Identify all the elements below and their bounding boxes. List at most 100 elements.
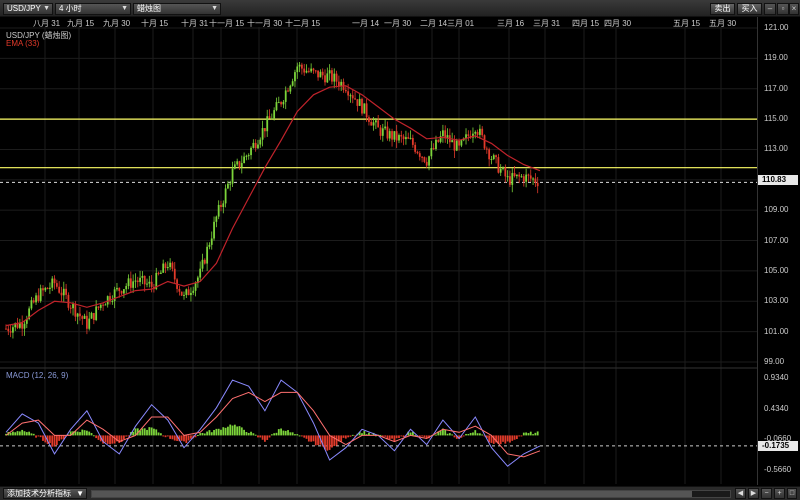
macd-histogram-bar [208, 430, 211, 436]
candle-body [358, 98, 361, 106]
scroll-right-icon[interactable]: ▶ [748, 488, 759, 499]
candle-body [398, 135, 400, 141]
macd-histogram-bar [333, 435, 336, 447]
zoom-out-icon[interactable]: − [761, 488, 772, 499]
candle-body [49, 287, 51, 289]
candle-body [291, 81, 294, 86]
macd-histogram-bar [227, 426, 229, 436]
macd-histogram-bar [18, 431, 21, 436]
macd-histogram-bar [280, 428, 282, 436]
macd-histogram-bar [398, 435, 400, 439]
time-axis-label: 十一月 15 [209, 19, 245, 28]
scrollbar-thumb[interactable] [92, 491, 692, 497]
candle-body [296, 66, 299, 73]
price-chart[interactable] [0, 0, 800, 500]
candle-body [520, 176, 523, 178]
macd-histogram-bar [474, 430, 477, 436]
macd-histogram-bar [155, 429, 158, 436]
candle-body [65, 288, 68, 295]
candle-body [317, 70, 319, 78]
candle-body [208, 244, 211, 247]
scroll-left-icon[interactable]: ◀ [735, 488, 746, 499]
macd-histogram-bar [298, 435, 301, 437]
candle-body [504, 167, 507, 177]
candle-body [86, 315, 88, 329]
add-indicator-label: 添加技术分析指标 [7, 489, 71, 498]
macd-histogram-bar [183, 435, 185, 442]
macd-histogram-bar [307, 435, 310, 442]
candle-body [458, 140, 460, 146]
macd-histogram-bar [157, 432, 160, 436]
candle-body [349, 95, 352, 97]
candle-body [518, 174, 521, 177]
macd-histogram-bar [291, 432, 294, 436]
candle-body [388, 131, 391, 139]
candle-body [525, 174, 528, 182]
candle-body [254, 142, 257, 149]
candle-body [509, 176, 511, 185]
macd-histogram-bar [273, 433, 276, 436]
macd-histogram-bar [9, 432, 12, 436]
macd-axis-label: -0.5660 [764, 465, 792, 475]
add-indicator-button[interactable]: 添加技术分析指标 ▼ [3, 488, 87, 499]
candle-body [53, 278, 56, 284]
candle-body [227, 183, 229, 189]
macd-histogram-bar [252, 433, 255, 436]
macd-histogram-bar [51, 435, 54, 447]
chevron-down-icon: ▼ [76, 489, 84, 498]
candle-body [79, 313, 81, 317]
candle-body [312, 68, 315, 71]
candle-body [69, 307, 72, 309]
candle-body [277, 102, 280, 104]
candle-body [23, 323, 26, 329]
macd-histogram-bar [448, 433, 451, 436]
time-axis-label: 十月 31 [181, 19, 209, 28]
candle-body [264, 128, 266, 132]
macd-histogram-bar [49, 435, 51, 443]
candle-body [314, 70, 317, 72]
zoom-in-icon[interactable]: + [774, 488, 785, 499]
candle-body [92, 313, 95, 320]
candle-body [83, 315, 86, 319]
macd-histogram-bar [97, 435, 100, 440]
candle-body [421, 156, 424, 158]
macd-histogram-bar [515, 435, 518, 440]
candle-body [217, 204, 220, 217]
candle-body [51, 278, 54, 288]
candle-body [354, 98, 356, 100]
macd-histogram-bar [243, 429, 246, 436]
candle-body [122, 289, 125, 294]
candle-body [7, 328, 10, 332]
macd-histogram-bar [335, 435, 338, 446]
macd-histogram-bar [213, 430, 215, 436]
candle-body [289, 85, 292, 92]
candle-body [368, 117, 370, 122]
macd-histogram-bar [171, 435, 174, 440]
macd-histogram-bar [39, 435, 42, 438]
candle-body [361, 98, 363, 114]
candle-body [467, 134, 470, 136]
candle-body [120, 291, 123, 294]
candle-body [243, 156, 246, 164]
macd-histogram-bar [499, 435, 502, 445]
candle-body [238, 161, 241, 168]
macd-histogram-bar [393, 435, 396, 442]
candle-body [259, 139, 262, 145]
macd-histogram-bar [296, 434, 299, 436]
macd-histogram-bar [190, 435, 192, 439]
candle-body [185, 289, 188, 295]
macd-histogram-bar [210, 432, 213, 436]
candle-body [104, 304, 107, 306]
macd-histogram-bar [169, 435, 172, 439]
candle-body [536, 182, 539, 187]
time-scrollbar[interactable] [91, 490, 731, 498]
candle-body [474, 131, 477, 134]
reset-view-icon[interactable]: □ [787, 488, 797, 499]
candle-body [393, 131, 396, 140]
macd-axis-label: 0.4340 [764, 403, 789, 413]
candle-body [384, 126, 387, 129]
macd-histogram-bar [28, 431, 31, 436]
candle-body [344, 89, 347, 92]
macd-histogram-bar [300, 435, 303, 437]
macd-histogram-bar [314, 435, 317, 446]
